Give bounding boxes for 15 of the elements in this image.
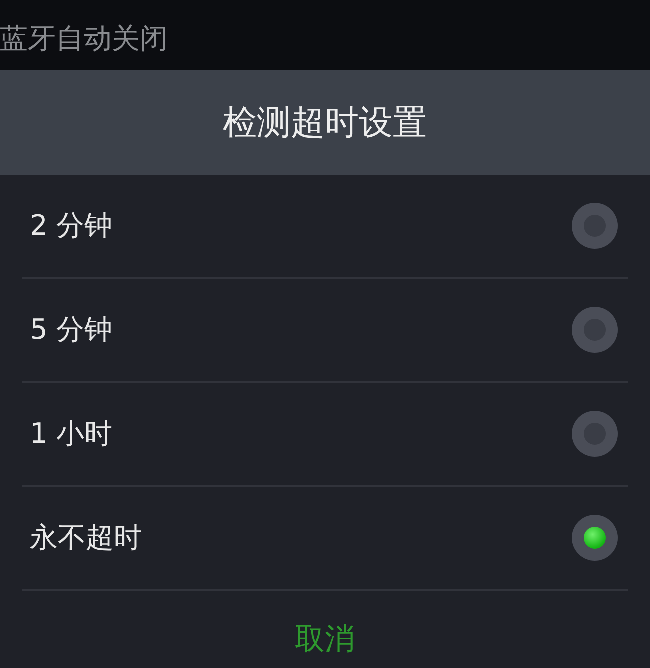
radio-button[interactable]: [572, 515, 618, 561]
option-row[interactable]: 5 分钟: [22, 279, 628, 383]
setting-title: 蓝牙自动关闭: [0, 22, 168, 56]
radio-button[interactable]: [572, 411, 618, 457]
option-label: 2 分钟: [30, 208, 113, 244]
option-label: 永不超时: [30, 520, 142, 556]
option-label: 1 小时: [30, 416, 113, 452]
dialog-title: 检测超时设置: [223, 102, 427, 144]
option-label: 5 分钟: [30, 312, 113, 348]
radio-button[interactable]: [572, 203, 618, 249]
radio-button[interactable]: [572, 307, 618, 353]
option-row[interactable]: 1 小时: [22, 383, 628, 487]
option-row[interactable]: 永不超时: [22, 487, 628, 591]
cancel-button[interactable]: 取消: [265, 611, 385, 668]
option-row[interactable]: 2 分钟: [22, 175, 628, 279]
